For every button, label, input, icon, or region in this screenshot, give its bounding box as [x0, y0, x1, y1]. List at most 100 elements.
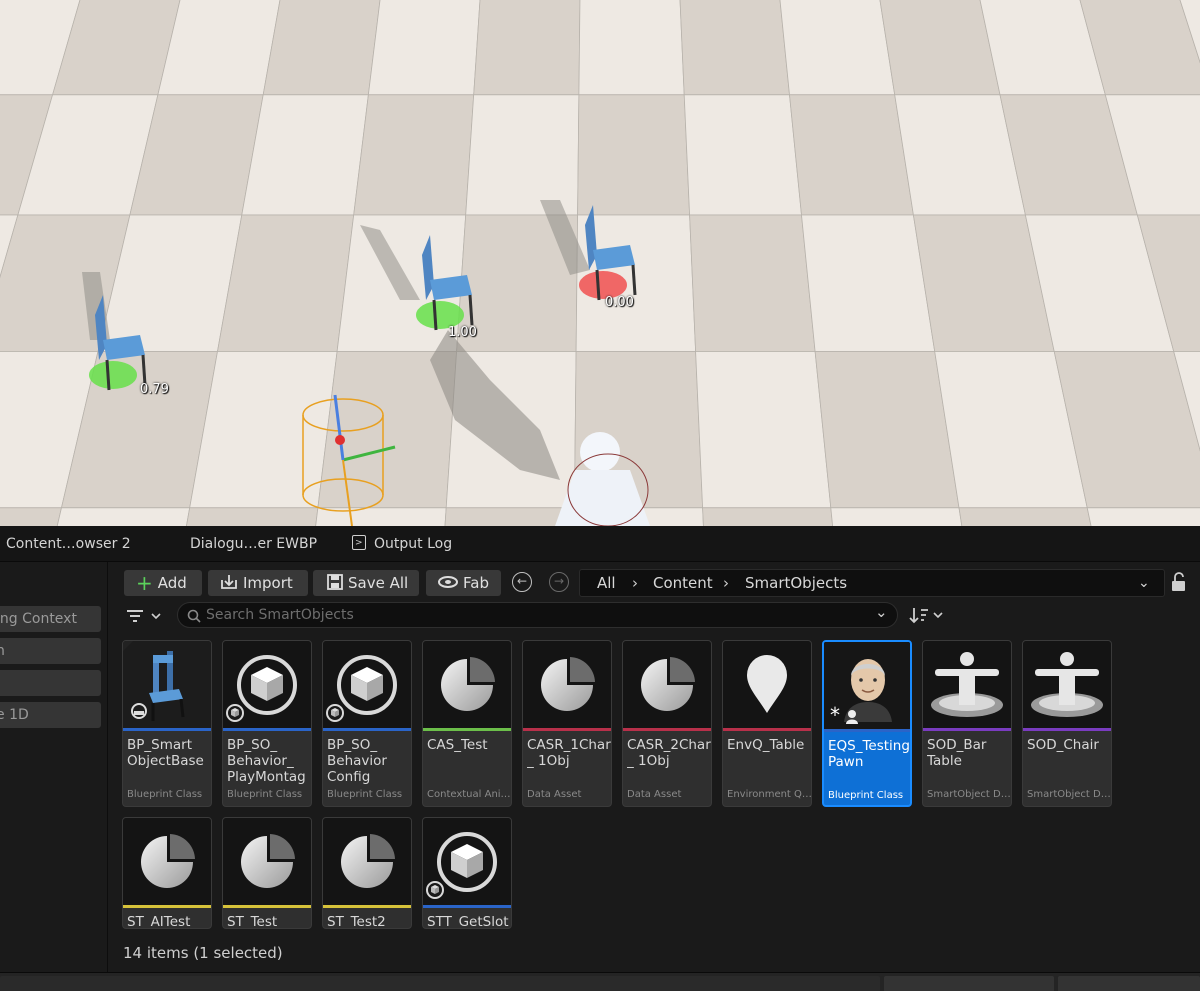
score-label-1: 0.79	[140, 382, 169, 397]
asset-name: CASR_1Char_ 1Obj	[527, 737, 611, 769]
asset-type-color-stripe	[223, 728, 311, 731]
breadcrumb-smartobjects[interactable]: SmartObjects	[745, 570, 847, 596]
smartobject-icon	[923, 641, 1011, 728]
asset-type: SmartObject D…	[1027, 789, 1111, 800]
asset-name: ST_AITest	[127, 914, 191, 929]
chair-2-leg	[432, 299, 438, 331]
sort-button[interactable]	[908, 605, 948, 625]
asset-tile[interactable]: * EQS_Testing Pawn Blueprint Class	[822, 640, 912, 807]
tab-content-browser-2[interactable]: Content…owser 2	[6, 526, 131, 562]
asset-tile[interactable]: SOD_Chair SmartObject D…	[1022, 640, 1112, 807]
asset-type-color-stripe	[123, 728, 211, 731]
chair-icon	[123, 641, 211, 728]
cube-icon	[423, 818, 511, 905]
asset-type-color-stripe	[523, 728, 611, 731]
asset-type-color-stripe	[323, 905, 411, 908]
asset-tile[interactable]: ST_Test	[222, 817, 312, 929]
search-input[interactable]	[206, 606, 846, 624]
asset-name: SOD_Chair	[1027, 737, 1099, 753]
pie-icon	[623, 641, 711, 728]
asset-type: Blueprint Class	[227, 789, 303, 800]
import-label: Import	[243, 574, 293, 592]
chevron-right-icon: ›	[723, 574, 729, 592]
fab-label: Fab	[463, 574, 489, 592]
asset-tile[interactable]: EnvQ_Table Environment Q…	[722, 640, 812, 807]
save-all-button[interactable]: Save All	[313, 570, 419, 596]
asset-type: Blueprint Class	[127, 789, 203, 800]
save-icon	[327, 570, 343, 596]
lock-icon[interactable]	[1170, 572, 1188, 592]
asset-tile[interactable]: BP_SO_ Behavior_ PlayMontage Blueprint Cl…	[222, 640, 312, 807]
breadcrumb-content[interactable]: Content	[653, 570, 713, 596]
floor-grid	[0, 0, 1200, 526]
asset-tile[interactable]: SOD_Bar Table SmartObject D…	[922, 640, 1012, 807]
asset-type: SmartObject D…	[927, 789, 1011, 800]
breadcrumb-root[interactable]: All	[597, 570, 616, 596]
status-segment	[1058, 976, 1200, 991]
search-icon	[187, 609, 201, 623]
status-segment	[0, 976, 880, 991]
tab-output-log[interactable]: Output Log	[352, 525, 453, 562]
asset-type: Blueprint Class	[327, 789, 403, 800]
tab-label: Output Log	[374, 536, 453, 552]
tab-label: Dialogu…er EWBP	[190, 536, 318, 552]
asset-tile[interactable]: BP_SO_ Behavior Config Blueprint Class	[322, 640, 412, 807]
pie-icon	[123, 818, 211, 905]
sidebar-item-label: ing Context	[0, 611, 77, 627]
pawn-icon: *	[824, 642, 910, 729]
history-back-button[interactable]	[512, 572, 532, 592]
save-all-label: Save All	[348, 574, 409, 592]
asset-type: Blueprint Class	[828, 790, 904, 801]
chevron-down-icon[interactable]: ⌄	[875, 603, 888, 621]
filter-button[interactable]	[124, 606, 164, 626]
collections-sidebar: ing Context n e 1D	[0, 562, 108, 972]
sidebar-item-label: n	[0, 643, 5, 659]
asset-name: BP_SO_ Behavior Config	[327, 737, 387, 785]
asset-name: BP_SO_ Behavior_ PlayMontage	[227, 737, 306, 785]
asset-tile[interactable]: BP_Smart ObjectBase Blueprint Class	[122, 640, 212, 807]
fab-icon	[438, 570, 458, 596]
chair-3-leg	[631, 264, 637, 296]
asset-type: Environment Q…	[727, 789, 811, 800]
asset-tile[interactable]: CASR_1Char_ 1Obj Data Asset	[522, 640, 612, 807]
import-button[interactable]: Import	[208, 570, 308, 596]
asset-tile[interactable]: STT_GetSlot…	[422, 817, 512, 929]
status-segment	[884, 976, 1054, 991]
cube-icon	[223, 641, 311, 728]
smartobject-icon	[1023, 641, 1111, 728]
asset-name: EnvQ_Table	[727, 737, 805, 753]
asset-name: SOD_Bar Table	[927, 737, 987, 769]
asset-tile[interactable]: ST_AITest	[122, 817, 212, 929]
asset-type-color-stripe	[423, 728, 511, 731]
breadcrumb[interactable]: All › Content › SmartObjects ⌄	[579, 569, 1165, 597]
asset-type-color-stripe	[123, 905, 211, 908]
plus-icon: +	[136, 571, 153, 595]
add-button[interactable]: + Add	[124, 570, 202, 596]
pie-icon	[223, 818, 311, 905]
asset-type: Contextual Ani…	[427, 789, 511, 800]
asset-name: BP_Smart ObjectBase	[127, 737, 204, 769]
sidebar-item[interactable]: e 1D	[0, 702, 101, 728]
gizmo-x-axis	[335, 435, 345, 445]
pie-icon	[423, 641, 511, 728]
cube-icon	[323, 641, 411, 728]
chevron-down-icon[interactable]: ⌄	[1138, 570, 1150, 596]
mannequin-head	[580, 432, 620, 472]
history-forward-button[interactable]	[549, 572, 569, 592]
fab-button[interactable]: Fab	[426, 570, 501, 596]
tab-dialogue-editor[interactable]: Dialogu…er EWBP	[190, 526, 317, 562]
import-icon	[220, 570, 238, 596]
sidebar-item[interactable]	[0, 670, 101, 696]
asset-name: ST_Test2	[327, 914, 386, 929]
asset-tile[interactable]: ST_Test2	[322, 817, 412, 929]
pie-icon	[523, 641, 611, 728]
sidebar-item[interactable]: ing Context	[0, 606, 101, 632]
item-count-status: 14 items (1 selected)	[123, 944, 283, 962]
level-viewport[interactable]: 0.79 1.00 0.00	[0, 0, 1200, 526]
search-field[interactable]: ⌄	[177, 602, 898, 628]
chair-3-leg	[595, 269, 601, 301]
terminal-icon	[352, 525, 366, 561]
asset-tile[interactable]: CASR_2Char_ 1Obj Data Asset	[622, 640, 712, 807]
asset-tile[interactable]: CAS_Test Contextual Ani…	[422, 640, 512, 807]
sidebar-item[interactable]: n	[0, 638, 101, 664]
